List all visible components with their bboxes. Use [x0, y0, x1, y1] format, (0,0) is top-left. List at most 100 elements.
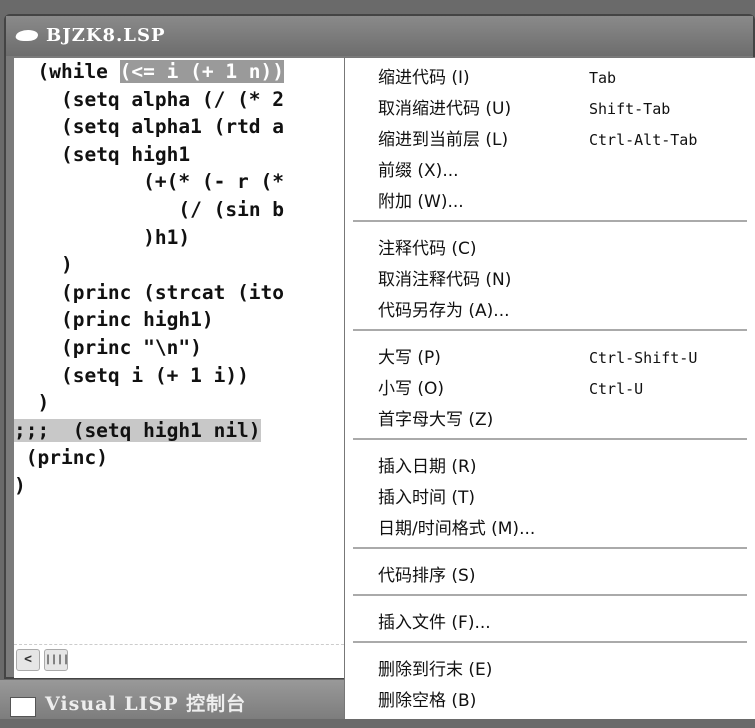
- menu-item[interactable]: 前缀 (X)...: [378, 156, 755, 186]
- code-text: (while: [37, 60, 120, 83]
- menu-item[interactable]: 缩进到当前层 (L) Ctrl-Alt-Tab: [378, 125, 755, 155]
- menu-item-label: 小写 (O): [378, 379, 445, 399]
- code-line[interactable]: (+(* (- r (*: [14, 168, 284, 195]
- editor-title: BJZK8.LSP: [46, 25, 166, 46]
- menu-item[interactable]: 删除到行末 (E): [378, 655, 755, 685]
- code-text: (setq alpha (/ (* 2: [60, 87, 285, 111]
- code-text: (setq i (+ 1 i)): [60, 363, 249, 387]
- code-text: )h1): [143, 225, 191, 249]
- menu-item[interactable]: 代码另存为 (A)...: [378, 296, 755, 326]
- code-line[interactable]: ): [14, 389, 49, 416]
- code-text: (setq alpha1 (rtd a: [60, 115, 285, 139]
- code-line[interactable]: (setq alpha (/ (* 2: [14, 86, 284, 113]
- menu-item-label: 缩进代码 (I): [378, 68, 470, 88]
- menu-item[interactable]: 删除空格 (B): [378, 686, 755, 716]
- menu-item-label: 插入文件 (F)...: [378, 613, 491, 633]
- code-line[interactable]: )h1): [14, 224, 190, 251]
- menu-item[interactable]: 插入日期 (R): [378, 452, 755, 482]
- code-text: (princ): [25, 446, 108, 470]
- menu-item[interactable]: 附加 (W)...: [378, 187, 755, 217]
- menu-item[interactable]: 插入文件 (F)...: [378, 608, 755, 638]
- code-line[interactable]: (setq alpha1 (rtd a: [14, 113, 284, 140]
- menu-item-label: 删除空格 (B): [378, 691, 477, 711]
- code-line[interactable]: (princ (strcat (ito: [14, 279, 284, 306]
- menu-item[interactable]: 代码排序 (S): [378, 561, 755, 591]
- code-line[interactable]: ): [14, 251, 73, 278]
- menu-item-label: 取消注释代码 (N): [378, 270, 512, 290]
- menu-item-label: 代码排序 (S): [378, 566, 476, 586]
- code-text: ;;; (setq high1 nil): [14, 418, 261, 442]
- menu-item[interactable]: 取消缩进代码 (U) Shift-Tab: [378, 94, 755, 124]
- code-text: (princ high1): [60, 308, 214, 332]
- code-text: ): [60, 253, 73, 277]
- code-text: (princ "\n"): [60, 336, 202, 359]
- menu-item-label: 缩进到当前层 (L): [378, 130, 509, 150]
- menu-separator: [353, 547, 747, 549]
- code-text: (/ (sin b: [178, 198, 285, 221]
- menu-item-label: 代码另存为 (A)...: [378, 301, 510, 321]
- menu-item-shortcut: Tab: [589, 69, 617, 87]
- code-text: ): [14, 474, 26, 497]
- code-line[interactable]: ;;; (setq high1 nil): [14, 417, 261, 444]
- menu-item-shortcut: Ctrl-Alt-Tab: [589, 131, 698, 149]
- menu-item-label: 大写 (P): [378, 348, 441, 368]
- menu-item-label: 插入日期 (R): [378, 457, 477, 477]
- context-menu: 缩进代码 (I) Tab 取消缩进代码 (U) Shift-Tab 缩进到当前层 (L)…: [344, 57, 755, 719]
- code-line[interactable]: (setq i (+ 1 i)): [14, 362, 249, 389]
- code-editor[interactable]: < |||| (while (<= i (+ 1 n)) (setq alpha…: [14, 58, 349, 678]
- menu-separator: [353, 594, 747, 596]
- menu-item[interactable]: 首字母大写 (Z): [378, 405, 755, 435]
- editor-title-bar[interactable]: BJZK8.LSP: [6, 16, 753, 56]
- code-text: (princ (strcat (ito: [60, 280, 285, 304]
- code-line[interactable]: (princ): [14, 444, 108, 471]
- menu-item-label: 前缀 (X)...: [378, 161, 459, 181]
- console-icon: [10, 697, 36, 717]
- code-text: ): [37, 391, 50, 415]
- menu-item[interactable]: 小写 (O) Ctrl-U: [378, 374, 755, 404]
- code-line[interactable]: (princ "\n"): [14, 334, 202, 361]
- code-line[interactable]: (princ high1): [14, 306, 214, 333]
- menu-item-label: 日期/时间格式 (M)...: [378, 519, 536, 539]
- code-line[interactable]: (setq high1: [14, 141, 190, 168]
- menu-item-shortcut: Ctrl-Shift-U: [589, 349, 698, 367]
- menu-separator: [353, 438, 747, 440]
- console-title: Visual LISP 控制台: [45, 693, 247, 715]
- menu-item[interactable]: 插入时间 (T): [378, 483, 755, 513]
- menu-item[interactable]: 注释代码 (C): [378, 234, 755, 264]
- menu-separator: [353, 641, 747, 643]
- menu-item[interactable]: 缩进代码 (I) Tab: [378, 63, 755, 93]
- console-window-title[interactable]: Visual LISP 控制台: [0, 680, 345, 719]
- menu-item-shortcut: Ctrl-U: [589, 380, 644, 398]
- scroll-left-button[interactable]: <: [16, 649, 40, 671]
- menu-item-shortcut: Shift-Tab: [589, 100, 671, 118]
- scroll-thumb[interactable]: ||||: [44, 649, 69, 671]
- code-line[interactable]: ): [14, 472, 26, 499]
- code-line[interactable]: (while (<= i (+ 1 n)): [14, 58, 285, 85]
- menu-item[interactable]: 大写 (P) Ctrl-Shift-U: [378, 343, 755, 373]
- code-text: (setq high1: [60, 142, 191, 166]
- code-line[interactable]: (/ (sin b: [14, 196, 284, 223]
- menu-item-label: 首字母大写 (Z): [378, 410, 494, 430]
- menu-item-label: 注释代码 (C): [378, 239, 477, 259]
- vlisp-file-icon: [13, 30, 41, 41]
- menu-item[interactable]: 日期/时间格式 (M)...: [378, 514, 755, 544]
- menu-item-label: 附加 (W)...: [378, 192, 464, 212]
- menu-item[interactable]: 取消注释代码 (N): [378, 265, 755, 295]
- menu-separator: [353, 329, 747, 331]
- horizontal-scrollbar[interactable]: < ||||: [14, 644, 349, 674]
- menu-item-label: 取消缩进代码 (U): [378, 99, 512, 119]
- menu-separator: [353, 220, 747, 222]
